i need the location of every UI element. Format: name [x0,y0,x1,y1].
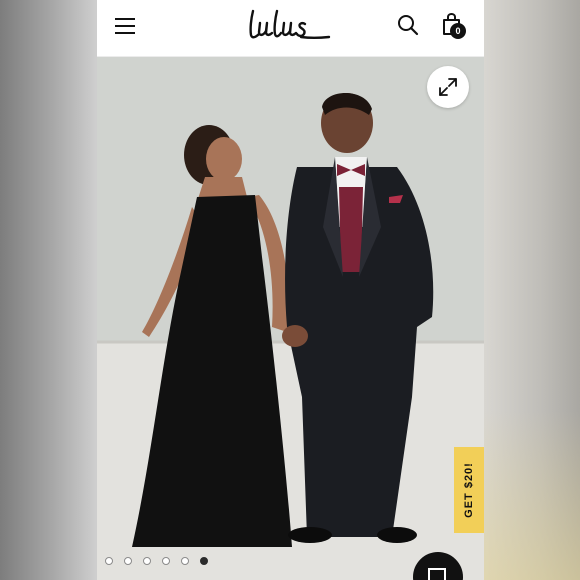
background-blur-left [0,0,97,580]
carousel-dot[interactable] [105,557,113,565]
promo-tab[interactable]: GET $20! [454,447,484,533]
carousel-dot[interactable] [143,557,151,565]
brand-logo[interactable] [247,7,331,43]
search-icon[interactable] [397,14,419,36]
site-header: 0 [97,0,484,57]
product-image-carousel[interactable]: GET $20! [97,57,484,580]
hamburger-menu-icon[interactable] [115,15,137,35]
promo-label: GET $20! [463,462,475,518]
carousel-dot[interactable] [124,557,132,565]
expand-image-button[interactable] [427,66,469,108]
expand-arrows-icon [439,78,457,96]
carousel-dot[interactable] [181,557,189,565]
product-photo [97,57,484,580]
carousel-dot[interactable] [200,557,208,565]
carousel-dot[interactable] [162,557,170,565]
chat-icon [428,568,446,580]
mobile-page: 0 GET $20! [97,0,484,580]
cart-count-badge: 0 [450,23,466,39]
background-blur-right [484,0,580,580]
